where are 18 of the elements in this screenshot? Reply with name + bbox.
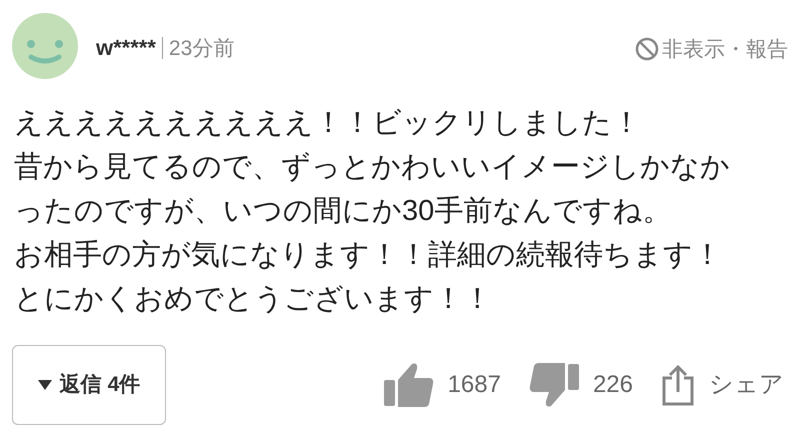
like-button[interactable]: 1687 — [384, 362, 501, 408]
thumbs-down-icon — [528, 362, 579, 408]
comment-text: お相手の方が気になります！！詳細の続報待ちます！ — [14, 238, 723, 273]
comment-text: ったのですが、いつの間にか30手前なんですね。 — [14, 194, 672, 229]
comment-text: ええええええええええ！！ビックリしました！ — [14, 106, 642, 141]
dislike-button[interactable]: 226 — [528, 362, 633, 408]
avatar-icon — [12, 13, 78, 79]
thumbs-up-icon — [384, 362, 434, 408]
user-name: w***** — [96, 37, 156, 59]
share-icon — [661, 364, 695, 406]
block-icon — [635, 37, 659, 61]
comment-text: 昔から見てるので、ずっとかわいいイメージしかなか — [14, 150, 731, 185]
replies-button[interactable]: 返信 4件 — [12, 345, 166, 425]
comment-text: とにかくおめでとうございます！！ — [14, 282, 493, 317]
triangle-icon — [38, 380, 52, 390]
share-button[interactable]: シェア — [661, 364, 784, 406]
hide-report-link[interactable]: 非表示・報告 — [635, 37, 788, 61]
timestamp: 23分前 — [168, 38, 234, 58]
